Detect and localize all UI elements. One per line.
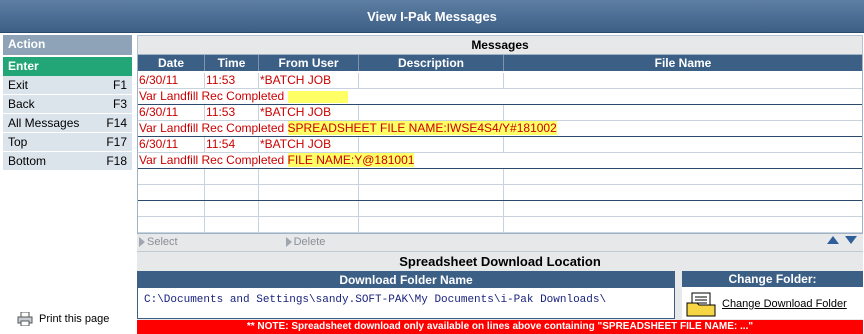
messages-panel: Messages Date Time From User Description…: [137, 35, 863, 334]
exit-key: F1: [112, 78, 127, 92]
col-file-name[interactable]: File Name: [504, 55, 862, 71]
exit-button[interactable]: Exit F1: [3, 76, 132, 95]
empty-row: [138, 169, 862, 185]
grid-header: Date Time From User Description File Nam…: [138, 55, 862, 71]
folder-icon: [686, 292, 716, 317]
action-sidebar: Action Enter Exit F1 Back F3 All Message…: [3, 35, 132, 334]
enter-button[interactable]: Enter: [3, 57, 132, 76]
change-folder-box: Change Folder: Change Download Folder: [682, 271, 863, 319]
row-date: 6/30/11: [138, 73, 205, 88]
row-file-name: [504, 105, 862, 120]
row-message: Var Landfill Rec Completed FILE NAME:Y@1…: [138, 153, 862, 169]
row-description: [359, 105, 504, 120]
select-button[interactable]: Select: [139, 236, 178, 248]
print-page-label: Print this page: [39, 313, 110, 325]
col-description[interactable]: Description: [359, 55, 504, 71]
change-folder-label: Change Download Folder: [722, 298, 847, 310]
all-messages-label: All Messages: [8, 116, 80, 130]
row-message-highlight: FILE NAME:Y@181001: [287, 153, 415, 167]
table-row[interactable]: 6/30/11 11:53 *BATCH JOB Var Landfill Re…: [138, 73, 862, 105]
change-folder-header: Change Folder:: [682, 271, 863, 287]
table-row[interactable]: 6/30/11 11:54 *BATCH JOB Var Landfill Re…: [138, 137, 862, 169]
all-messages-button[interactable]: All Messages F14: [3, 114, 132, 133]
select-label: Select: [147, 236, 178, 248]
download-folder-path: C:\Documents and Settings\sandy.SOFT-PAK…: [144, 294, 607, 306]
download-folder-header: Download Folder Name: [138, 272, 674, 288]
col-time[interactable]: Time: [205, 55, 259, 71]
row-message-text: Var Landfill Rec Completed: [139, 89, 285, 103]
top-button[interactable]: Top F17: [3, 133, 132, 152]
row-time: 11:54: [205, 137, 259, 152]
row-message-highlight: SPREADSHEET FILE NAME:IWSE4S4/Y#181002: [287, 121, 557, 135]
download-folder-box: Download Folder Name C:\Documents and Se…: [137, 271, 675, 319]
bottom-key: F18: [106, 154, 127, 168]
top-key: F17: [106, 135, 127, 149]
row-from-user: *BATCH JOB: [259, 73, 359, 88]
messages-grid: Date Time From User Description File Nam…: [137, 54, 863, 234]
all-messages-key: F14: [106, 116, 127, 130]
row-file-name: [504, 73, 862, 88]
empty-row: [138, 185, 862, 201]
row-description: [359, 73, 504, 88]
grid-action-bar: Select Delete: [137, 234, 863, 250]
row-file-name: [504, 137, 862, 152]
play-icon: [285, 237, 292, 247]
scroll-up-icon[interactable]: [827, 236, 839, 244]
exit-label: Exit: [8, 78, 29, 92]
row-from-user: *BATCH JOB: [259, 137, 359, 152]
messages-title: Messages: [137, 35, 863, 54]
back-key: F3: [112, 97, 127, 111]
row-message-highlight: [287, 90, 348, 103]
back-button[interactable]: Back F3: [3, 95, 132, 114]
back-label: Back: [8, 97, 35, 111]
bottom-button[interactable]: Bottom F18: [3, 152, 132, 171]
window-title: View I-Pak Messages: [0, 0, 864, 33]
col-from-user[interactable]: From User: [259, 55, 359, 71]
row-message: Var Landfill Rec Completed: [138, 89, 862, 105]
row-description: [359, 137, 504, 152]
delete-label: Delete: [293, 236, 326, 248]
print-page-link[interactable]: Print this page: [17, 312, 109, 326]
change-folder-button[interactable]: Change Download Folder: [682, 287, 863, 321]
delete-button[interactable]: Delete: [285, 236, 326, 248]
top-label: Top: [8, 135, 28, 149]
action-header: Action: [3, 35, 132, 55]
row-message: Var Landfill Rec Completed SPREADSHEET F…: [138, 121, 862, 137]
col-date[interactable]: Date: [138, 55, 205, 71]
empty-row: [138, 217, 862, 233]
row-time: 11:53: [205, 73, 259, 88]
empty-row: [138, 201, 862, 217]
row-message-text: Var Landfill Rec Completed: [139, 153, 285, 167]
play-icon: [139, 237, 145, 247]
bottom-label: Bottom: [8, 154, 47, 168]
scroll-down-icon[interactable]: [845, 236, 857, 244]
row-date: 6/30/11: [138, 137, 205, 152]
spreadsheet-title: Spreadsheet Download Location: [137, 251, 863, 270]
table-row[interactable]: 6/30/11 11:53 *BATCH JOB Var Landfill Re…: [138, 105, 862, 137]
row-message-text: Var Landfill Rec Completed: [139, 121, 285, 135]
printer-icon: [17, 312, 33, 326]
row-date: 6/30/11: [138, 105, 205, 120]
spreadsheet-note: ** NOTE: Spreadsheet download only avail…: [137, 320, 863, 334]
row-time: 11:53: [205, 105, 259, 120]
row-from-user: *BATCH JOB: [259, 105, 359, 120]
